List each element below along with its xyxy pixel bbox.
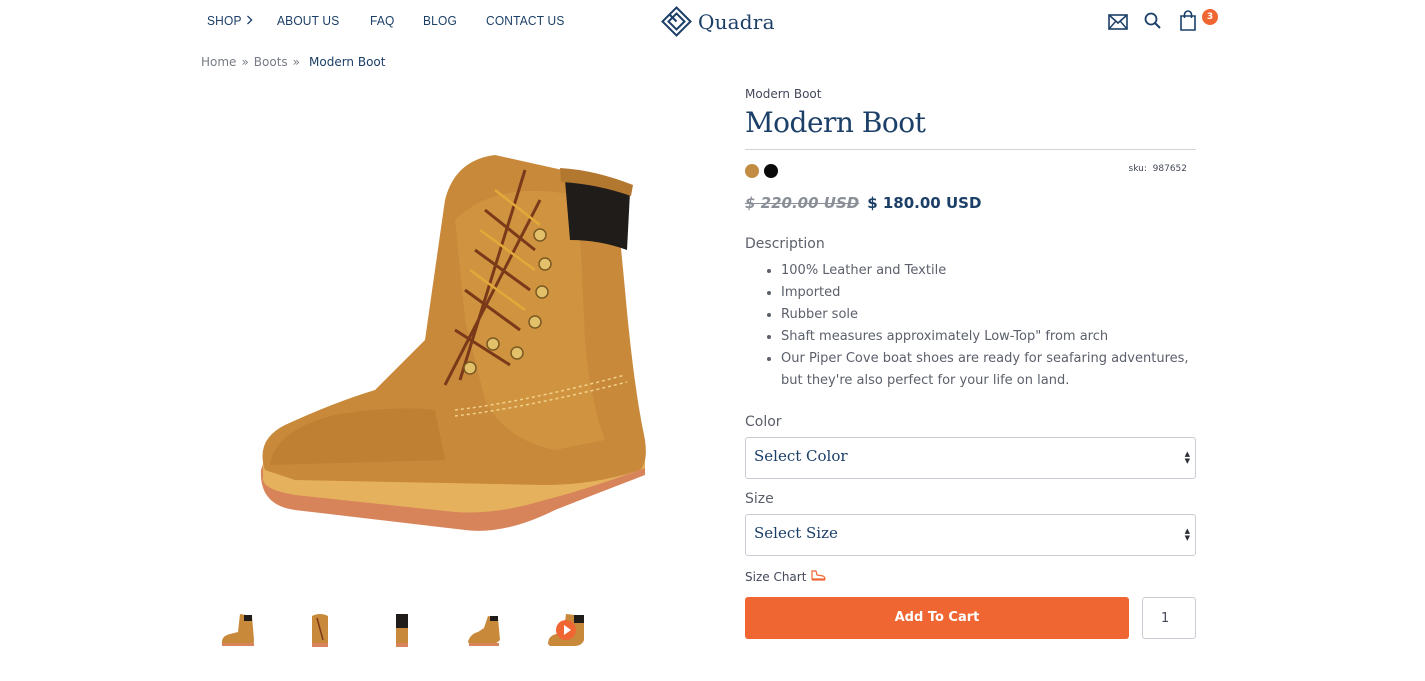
swatch-row: sku: 987652 <box>745 158 1196 184</box>
price-row: $ 220.00 USD $ 180.00 USD <box>745 194 1196 212</box>
thumbnail-boot-side[interactable] <box>218 610 258 650</box>
thumbnail-strip <box>218 610 628 650</box>
search-icon[interactable] <box>1144 12 1162 34</box>
compare-at-price: $ 220.00 USD <box>745 194 860 212</box>
description-heading: Description <box>745 236 825 252</box>
thumbnail-boot-angle[interactable] <box>464 610 504 650</box>
description-item: Our Piper Cove boat shoes are ready for … <box>781 348 1196 392</box>
shoe-icon <box>811 569 827 584</box>
select-arrows-icon: ▲ ▼ <box>1184 450 1190 465</box>
breadcrumb-separator: » <box>241 55 249 69</box>
description-item: Shaft measures approximately Low-Top" fr… <box>781 326 1196 348</box>
breadcrumb-current: Modern Boot <box>309 55 386 69</box>
color-select-value: Select Color <box>754 447 848 465</box>
swatch-tan[interactable] <box>745 164 759 178</box>
select-arrows-icon: ▲ ▼ <box>1184 527 1190 542</box>
boot-image <box>260 155 646 531</box>
add-to-cart-button[interactable]: Add To Cart <box>745 597 1129 639</box>
breadcrumb-separator: » <box>292 55 300 69</box>
nav-shop-label: SHOP <box>207 13 242 28</box>
size-chart-label: Size Chart <box>745 569 807 584</box>
nav-shop[interactable]: SHOP <box>207 13 253 28</box>
description-list: 100% Leather and Textile Imported Rubber… <box>745 260 1196 392</box>
product-info: Modern Boot Modern Boot sku: 987652 $ 22… <box>745 84 1196 639</box>
size-chart-link[interactable]: Size Chart <box>745 569 1196 584</box>
play-icon[interactable] <box>556 620 576 640</box>
nav-contact-us[interactable]: CONTACT US <box>486 13 564 28</box>
add-to-cart-row: Add To Cart <box>745 597 1196 639</box>
top-nav: SHOP ABOUT US FAQ BLOG CONTACT US Quadra <box>0 0 1425 44</box>
main-menu: SHOP ABOUT US FAQ BLOG CONTACT US <box>207 13 597 28</box>
breadcrumb-boots[interactable]: Boots <box>254 55 288 69</box>
logo-text: Quadra <box>698 9 775 34</box>
description-item: Rubber sole <box>781 304 1196 326</box>
mail-icon[interactable] <box>1108 14 1128 34</box>
thumbnail-boot-front[interactable] <box>300 610 340 650</box>
chevron-right-icon <box>246 14 253 28</box>
nav-blog[interactable]: BLOG <box>423 13 457 28</box>
nav-faq[interactable]: FAQ <box>370 13 394 28</box>
description-item: 100% Leather and Textile <box>781 260 1196 282</box>
swatch-black[interactable] <box>764 164 778 178</box>
product-vendor: Modern Boot <box>745 87 822 101</box>
cart-icon[interactable] <box>1179 10 1197 35</box>
title-divider <box>745 149 1196 150</box>
breadcrumb-home[interactable]: Home <box>201 55 236 69</box>
thumbnail-boot-video[interactable] <box>546 610 586 650</box>
size-select[interactable]: Select Size ▲ ▼ <box>745 514 1196 556</box>
logo[interactable]: Quadra <box>661 6 775 37</box>
description-item: Imported <box>781 282 1196 304</box>
quantity-input[interactable] <box>1142 597 1196 639</box>
size-label: Size <box>745 491 774 507</box>
sku-label: sku: <box>1128 164 1147 174</box>
thumbnail-boot-back[interactable] <box>382 610 422 650</box>
sale-price: $ 180.00 USD <box>867 194 982 212</box>
cart-count-badge[interactable]: 3 <box>1202 9 1218 25</box>
sku-value: 987652 <box>1152 164 1187 174</box>
size-select-value: Select Size <box>754 524 838 542</box>
diamond-logo-icon <box>661 6 692 37</box>
product-title: Modern Boot <box>745 106 926 139</box>
nav-about-us[interactable]: ABOUT US <box>277 13 339 28</box>
color-select[interactable]: Select Color ▲ ▼ <box>745 437 1196 479</box>
breadcrumb: Home » Boots » Modern Boot <box>201 55 385 69</box>
sku: sku: 987652 <box>1129 164 1187 174</box>
product-main-image[interactable] <box>255 140 650 540</box>
color-label: Color <box>745 414 782 430</box>
